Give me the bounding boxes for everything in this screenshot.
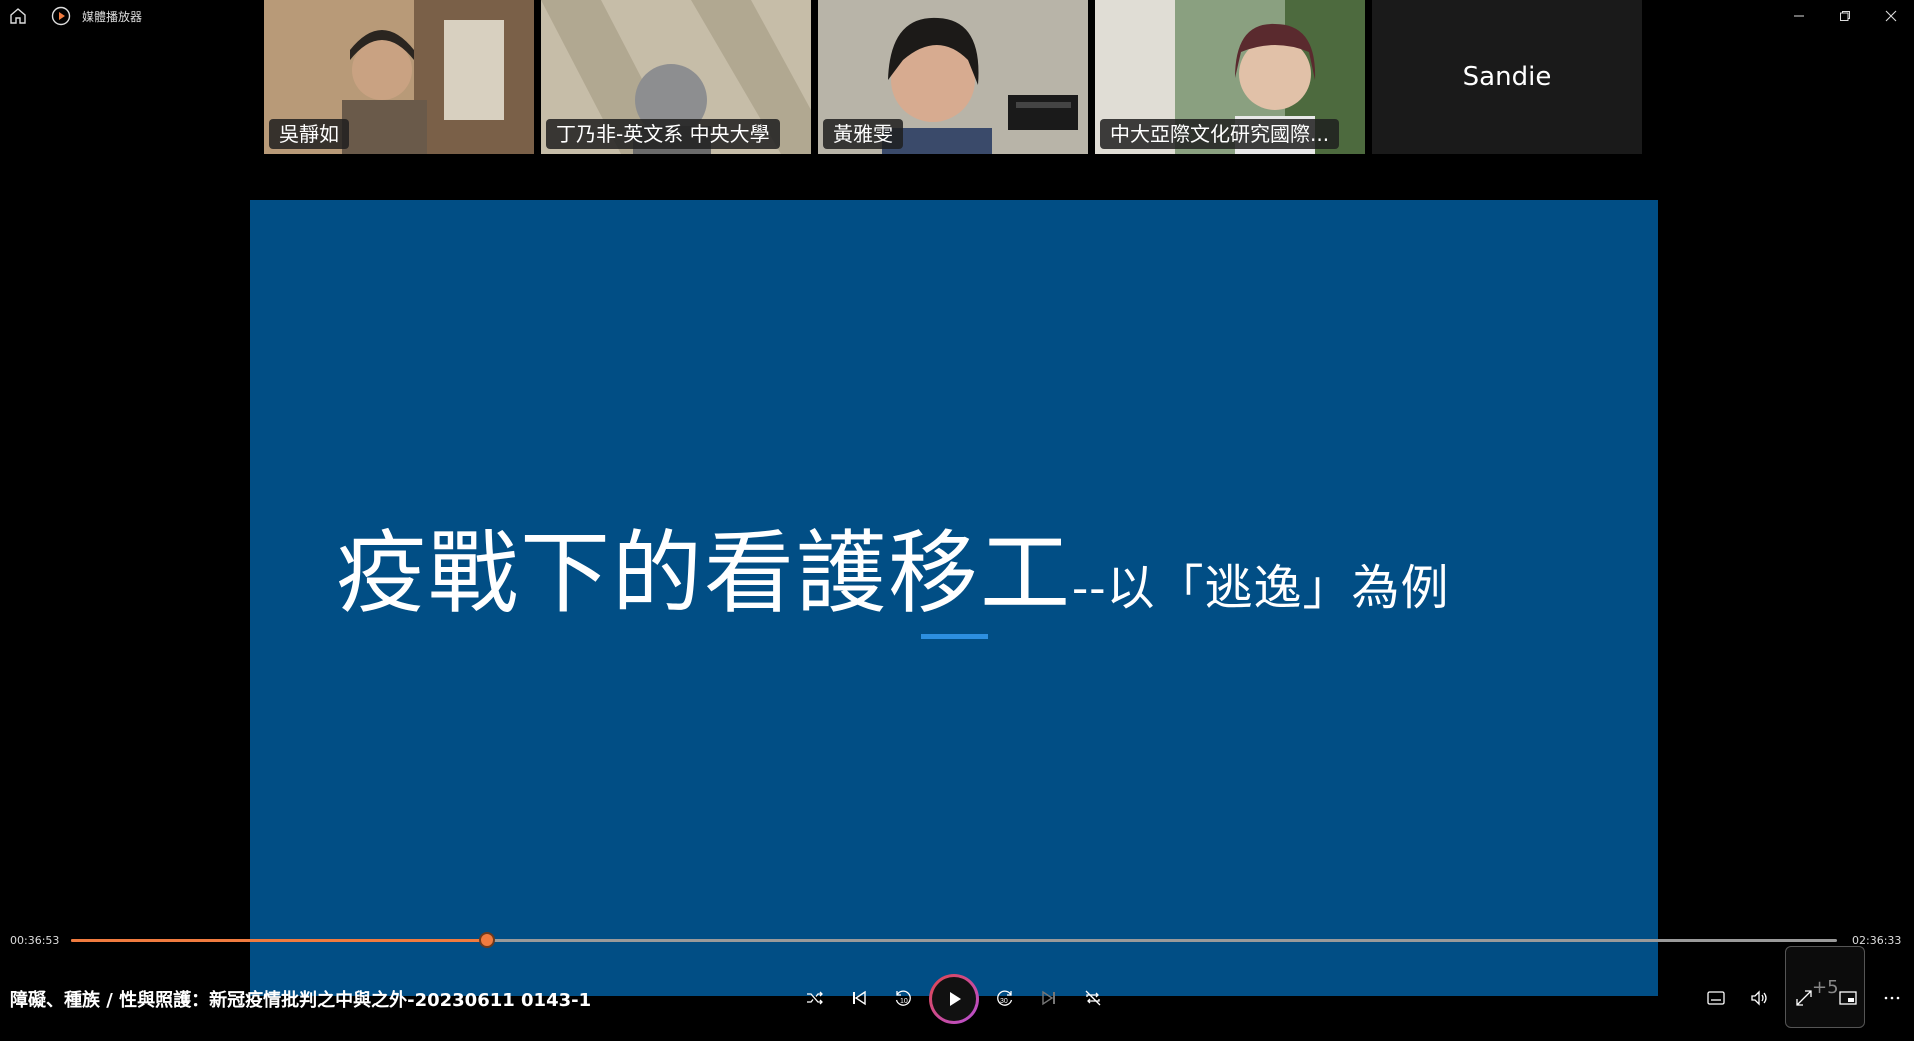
app-logo-icon <box>51 6 71 26</box>
slide-title-sub: --以「逃逸」為例 <box>1072 560 1450 616</box>
miniplayer-icon[interactable] <box>1832 982 1864 1014</box>
close-icon[interactable] <box>1868 0 1914 32</box>
forward-30-icon[interactable]: 30 <box>989 982 1021 1014</box>
fullscreen-icon[interactable] <box>1788 982 1820 1014</box>
shared-slide: 疫戰下的看護移工--以「逃逸」為例 <box>250 200 1658 996</box>
participant-name: 黃雅雯 <box>823 119 903 149</box>
slide-title-main: 疫戰下的看護移工 <box>336 521 1072 626</box>
restore-icon[interactable] <box>1822 0 1868 32</box>
rewind-10-icon[interactable]: 10 <box>887 982 919 1014</box>
play-button[interactable] <box>929 974 979 1024</box>
more-icon[interactable] <box>1876 982 1908 1014</box>
slide-title: 疫戰下的看護移工--以「逃逸」為例 <box>336 500 1449 630</box>
previous-icon[interactable] <box>843 982 875 1014</box>
title-bar: 媒體播放器 <box>0 0 1914 32</box>
next-icon[interactable] <box>1033 982 1065 1014</box>
home-icon[interactable] <box>8 6 28 26</box>
video-title: 障礙、種族 / 性與照護：新冠疫情批判之中與之外-20230611 0143-1 <box>10 990 592 1011</box>
app-title: 媒體播放器 <box>82 10 143 24</box>
slide-underline <box>921 634 988 639</box>
minimize-icon[interactable] <box>1776 0 1822 32</box>
captions-icon[interactable] <box>1700 982 1732 1014</box>
seek-bar[interactable] <box>71 932 1837 948</box>
participant-name: 中大亞際文化研究國際... <box>1100 119 1340 149</box>
media-player-window: 媒體播放器 吳靜如 丁乃非-英文系 中央大學 黃雅雯 中大亞際文化研究國際...… <box>0 0 1914 1041</box>
repeat-off-icon[interactable] <box>1077 982 1109 1014</box>
seek-bar-progress <box>71 939 488 942</box>
svg-text:10: 10 <box>900 998 908 1005</box>
volume-icon[interactable] <box>1743 982 1775 1014</box>
shuffle-icon[interactable] <box>799 982 831 1014</box>
current-time: 00:36:53 <box>10 934 60 947</box>
participant-name: Sandie <box>1462 62 1552 92</box>
svg-text:30: 30 <box>1000 998 1008 1005</box>
play-icon <box>932 977 976 1021</box>
participant-name: 吳靜如 <box>269 119 349 149</box>
participant-name: 丁乃非-英文系 中央大學 <box>546 119 780 149</box>
